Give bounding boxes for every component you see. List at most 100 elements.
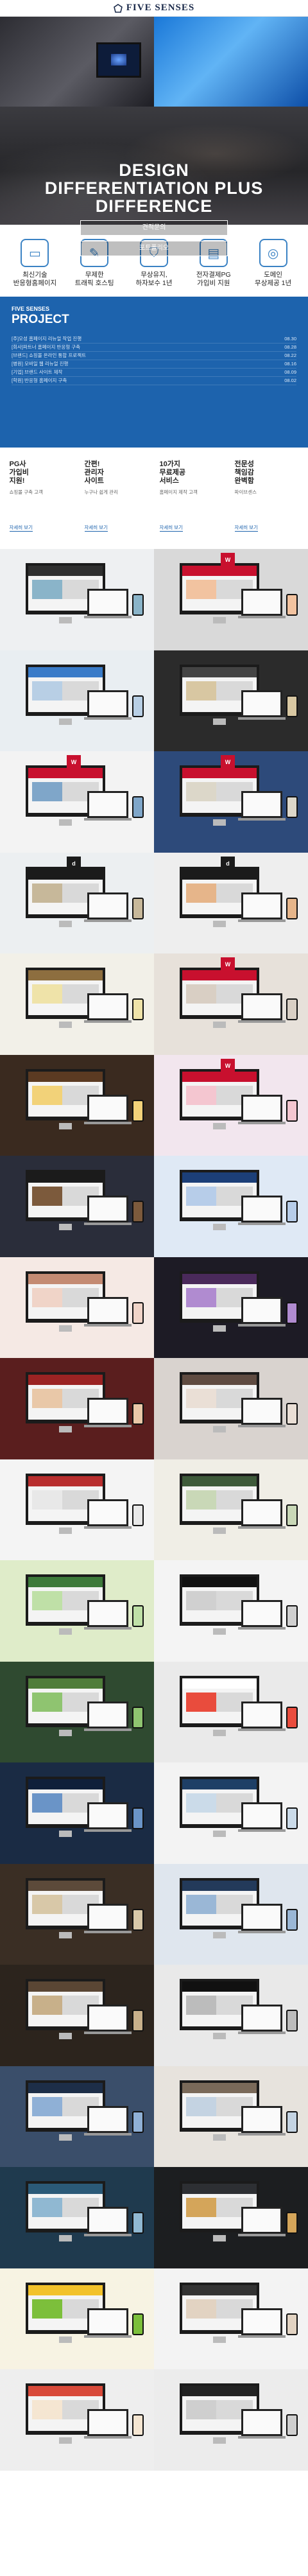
project-item[interactable]: [브랜드] 쇼핑몰 온라인 통합 프로젝트 08.22 [12, 352, 296, 360]
portfolio-tile[interactable] [154, 2369, 308, 2471]
info-title: 전문성 책임감 완벽함 [234, 460, 254, 485]
portfolio-tile[interactable] [0, 1762, 154, 1864]
project-item[interactable]: [기업] 브랜드 사이트 제작 08.09 [12, 369, 296, 377]
project-item[interactable]: [병원] 모바일 웹 리뉴얼 진행 08.16 [12, 360, 296, 369]
portfolio-tile[interactable]: W [154, 953, 308, 1055]
monitor-stand [59, 2235, 72, 2241]
phone-mockup [286, 998, 298, 1020]
hero-title-line: DIFFERENCE [95, 196, 213, 216]
laptop-mockup [238, 1094, 286, 1124]
info-more-link[interactable]: 자세히 보기 [159, 524, 184, 532]
portfolio-tile[interactable] [154, 1156, 308, 1257]
brand-badge: d [67, 856, 81, 871]
laptop-mockup [84, 1196, 132, 1225]
phone-mockup [286, 2313, 298, 2335]
portfolio-tile[interactable]: W [0, 751, 154, 853]
phone-mockup [132, 1605, 144, 1627]
portfolio-tile[interactable] [0, 1257, 154, 1358]
phone-mockup [132, 1807, 144, 1829]
info-more-link[interactable]: 자세히 보기 [234, 524, 259, 532]
monitor-stand [59, 2336, 72, 2343]
portfolio-tile[interactable] [154, 1358, 308, 1459]
monitor-stand [59, 1022, 72, 1028]
portfolio-tile[interactable] [154, 650, 308, 751]
portfolio-tile[interactable]: W [154, 1054, 308, 1156]
portfolio-tile[interactable] [0, 650, 154, 751]
portfolio-tile[interactable] [0, 953, 154, 1055]
project-item-date: 08.30 [284, 336, 296, 342]
laptop-mockup [238, 2308, 286, 2338]
portfolio-button[interactable]: 포트폴리오 [80, 241, 228, 256]
portfolio-tile[interactable] [154, 1965, 308, 2066]
project-item-date: 08.02 [284, 378, 296, 383]
monitor-stand [213, 718, 226, 725]
info-section: PG사 가입비 지원! 쇼핑몰 구축 고객 자세히 보기 간편! 관리자 사이트 누구… [0, 448, 308, 549]
laptop-mockup [84, 993, 132, 1023]
phone-mockup [132, 2414, 144, 2436]
feature-label: 전자결제PG 가입비 지원 [196, 271, 231, 287]
portfolio-tile[interactable] [154, 1661, 308, 1762]
info-more-link[interactable]: 자세히 보기 [9, 524, 33, 532]
quote-request-button[interactable]: 견적문의 [80, 220, 228, 236]
phone-mockup [132, 2313, 144, 2335]
laptop-mockup [238, 1701, 286, 1731]
laptop-mockup [84, 2409, 132, 2439]
laptop-mockup [238, 1903, 286, 1933]
portfolio-tile[interactable] [154, 1459, 308, 1560]
project-item-text: [회사]파트너 홈페이지 반응형 구축 [12, 344, 81, 350]
portfolio-tile[interactable] [0, 2167, 154, 2268]
project-item-text: [기업] 브랜드 사이트 제작 [12, 369, 63, 375]
portfolio-tile[interactable] [0, 1358, 154, 1459]
brand-logo[interactable]: FIVE SENSES [126, 3, 194, 13]
phone-mockup [132, 1301, 144, 1324]
portfolio-tile[interactable] [0, 2066, 154, 2167]
portfolio-tile[interactable] [154, 1257, 308, 1358]
feature-label: 무제한 트래픽 호스팅 [74, 271, 114, 287]
hero-title-line: DESIGN [119, 161, 189, 180]
project-item[interactable]: [학원] 반응형 홈페이지 구축 08.02 [12, 377, 296, 385]
portfolio-tile[interactable] [154, 1762, 308, 1864]
laptop-mockup [84, 1499, 132, 1529]
portfolio-tile[interactable] [154, 2268, 308, 2369]
portfolio-tile[interactable]: W [154, 751, 308, 853]
portfolio-tile[interactable] [0, 549, 154, 650]
monitor-stand [213, 2336, 226, 2343]
brand-badge: W [221, 755, 235, 769]
portfolio-tile[interactable]: W [154, 549, 308, 650]
portfolio-tile[interactable] [154, 2167, 308, 2268]
portfolio-tile[interactable] [154, 1863, 308, 1965]
portfolio-tile[interactable] [0, 1156, 154, 1257]
brand-badge: W [221, 957, 235, 971]
portfolio-tile[interactable] [0, 1965, 154, 2066]
portfolio-tile[interactable] [0, 1560, 154, 1662]
monitor-stand [213, 1931, 226, 1938]
monitor-stand [59, 718, 72, 725]
project-item[interactable]: [회사]파트너 홈페이지 반응형 구축 08.28 [12, 344, 296, 352]
project-item[interactable]: [주]오성 홈페이지 리뉴얼 작업 진행 08.30 [12, 335, 296, 344]
info-card: PG사 가입비 지원! 쇼핑몰 구축 고객 자세히 보기 [9, 460, 74, 549]
portfolio-tile[interactable] [154, 2066, 308, 2167]
phone-mockup [286, 594, 298, 616]
info-sub: 홈페이지 제작 고객 [159, 489, 198, 495]
portfolio-tile[interactable] [0, 2369, 154, 2471]
phone-mockup [132, 897, 144, 919]
monitor-stand [59, 617, 72, 623]
feature-label: 도메인 무상제공 1년 [255, 271, 292, 287]
portfolio-tile[interactable] [154, 1560, 308, 1662]
portfolio-tile[interactable] [0, 1661, 154, 1762]
portfolio-tile[interactable] [0, 1459, 154, 1560]
info-title: 10가지 무료제공 서비스 [159, 460, 185, 485]
laptop-mockup [84, 1701, 132, 1731]
portfolio-tile[interactable] [0, 2268, 154, 2369]
portfolio-tile[interactable] [0, 1863, 154, 1965]
phone-mockup [286, 2414, 298, 2436]
laptop-mockup [84, 1802, 132, 1832]
info-more-link[interactable]: 자세히 보기 [84, 524, 108, 532]
monitor-stand [213, 920, 226, 927]
project-item-date: 08.22 [284, 352, 296, 358]
monitor-stand [59, 2134, 72, 2141]
portfolio-tile[interactable] [0, 1054, 154, 1156]
laptop-mockup [84, 2105, 132, 2136]
portfolio-tile[interactable]: d [154, 852, 308, 953]
portfolio-tile[interactable]: d [0, 852, 154, 953]
